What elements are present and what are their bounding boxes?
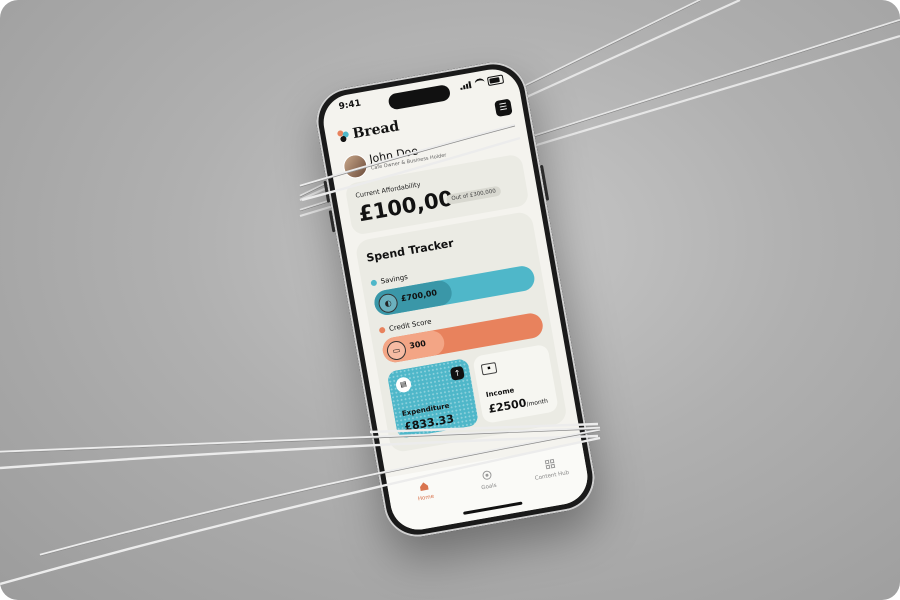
- scene-background: 9:41 Bread ☰ John Doe Cafe Owner & Busin…: [0, 0, 900, 600]
- cables-front: [0, 123, 601, 586]
